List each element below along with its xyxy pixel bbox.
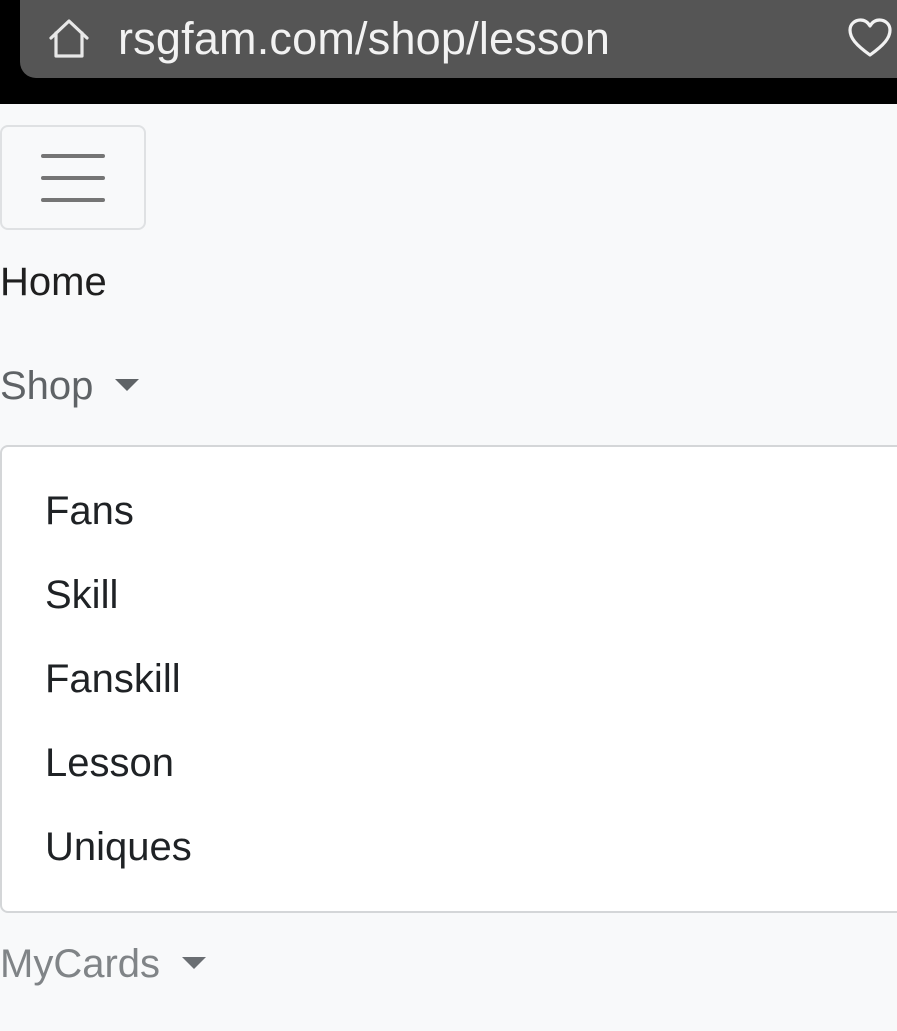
address-bar[interactable]: rsgfam.com/shop/lesson bbox=[20, 0, 897, 78]
dropdown-item-fanskill[interactable]: Fanskill bbox=[45, 655, 181, 703]
navbar: Home Shop Fans Skill Fanskill Lesson Uni… bbox=[0, 104, 897, 1031]
caret-down-icon bbox=[182, 957, 207, 970]
browser-toolbar: rsgfam.com/shop/lesson bbox=[0, 0, 897, 104]
nav-link-home[interactable]: Home bbox=[0, 258, 107, 306]
hamburger-line bbox=[41, 154, 105, 158]
nav-dropdown-shop-label: Shop bbox=[0, 364, 94, 408]
shop-dropdown-menu: Fans Skill Fanskill Lesson Uniques bbox=[0, 445, 897, 913]
navbar-toggler-button[interactable] bbox=[0, 125, 146, 230]
hamburger-line bbox=[41, 176, 105, 180]
nav-dropdown-mycards-label: MyCards bbox=[0, 942, 161, 986]
nav-dropdown-shop[interactable]: Shop bbox=[0, 362, 140, 410]
url-text[interactable]: rsgfam.com/shop/lesson bbox=[118, 10, 610, 68]
dropdown-item-lesson[interactable]: Lesson bbox=[45, 739, 174, 787]
heart-icon[interactable] bbox=[846, 14, 894, 62]
home-icon[interactable] bbox=[46, 16, 92, 62]
caret-down-icon bbox=[115, 379, 140, 392]
dropdown-item-fans[interactable]: Fans bbox=[45, 487, 134, 535]
nav-link-home-label: Home bbox=[0, 260, 107, 304]
dropdown-item-skill[interactable]: Skill bbox=[45, 571, 118, 619]
nav-dropdown-mycards[interactable]: MyCards bbox=[0, 940, 207, 988]
hamburger-line bbox=[41, 198, 105, 202]
dropdown-item-uniques[interactable]: Uniques bbox=[45, 823, 192, 871]
